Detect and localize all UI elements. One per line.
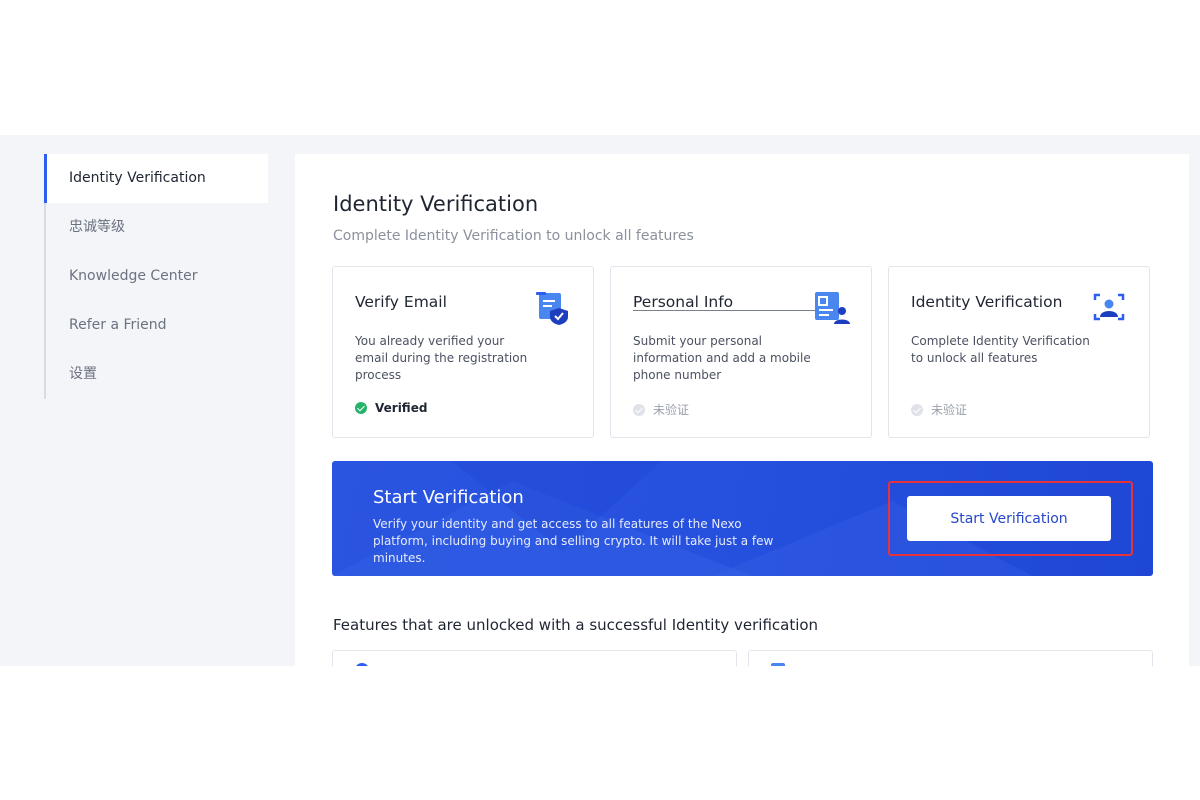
card-description: Complete Identity Verification to unlock… bbox=[911, 334, 1090, 365]
check-circle-icon bbox=[355, 402, 367, 414]
status-label: 未验证 bbox=[931, 403, 968, 417]
face-scan-icon bbox=[1093, 293, 1125, 321]
app-shell: Identity Verification 忠诚等级 Knowledge Cen… bbox=[0, 135, 1200, 666]
sidebar-item-refer-a-friend[interactable]: Refer a Friend bbox=[46, 301, 268, 350]
card-description: You already verified your email during t… bbox=[355, 334, 528, 382]
card-description: Submit your personal information and add… bbox=[633, 334, 811, 382]
status-label: 未验证 bbox=[653, 403, 690, 417]
banner-title: Start Verification bbox=[373, 487, 524, 508]
sidebar-item-knowledge-center[interactable]: Knowledge Center bbox=[46, 252, 268, 301]
sidebar-item-loyalty-level[interactable]: 忠诚等级 bbox=[46, 203, 268, 252]
verify-email-card[interactable]: Verify Email You already verified your e… bbox=[332, 266, 594, 438]
check-circle-icon bbox=[911, 403, 923, 416]
main-panel: Identity Verification Complete Identity … bbox=[295, 154, 1189, 666]
feature-icon bbox=[355, 663, 369, 666]
status-verified: Verified bbox=[355, 401, 427, 415]
features-section-title: Features that are unlocked with a succes… bbox=[333, 616, 819, 634]
card-title: Personal Info bbox=[633, 293, 734, 311]
sidebar: Identity Verification 忠诚等级 Knowledge Cen… bbox=[44, 154, 268, 399]
feature-icon bbox=[771, 663, 785, 666]
start-verification-button[interactable]: Start Verification bbox=[907, 496, 1111, 541]
feature-card bbox=[332, 650, 737, 666]
card-title: Identity Verification bbox=[911, 293, 1063, 311]
page-subtitle: Complete Identity Verification to unlock… bbox=[333, 228, 694, 244]
feature-card bbox=[748, 650, 1153, 666]
sidebar-item-identity-verification[interactable]: Identity Verification bbox=[44, 154, 268, 203]
title-underline bbox=[633, 310, 815, 311]
id-card-icon bbox=[815, 292, 850, 324]
card-title: Verify Email bbox=[355, 293, 447, 311]
check-circle-icon bbox=[633, 403, 645, 416]
status-unverified: 未验证 bbox=[911, 401, 967, 418]
identity-verification-card[interactable]: Identity Verification Complete Identity … bbox=[888, 266, 1150, 438]
banner-description: Verify your identity and get access to a… bbox=[373, 517, 774, 565]
email-shield-icon bbox=[536, 292, 568, 325]
sidebar-item-settings[interactable]: 设置 bbox=[46, 350, 268, 399]
personal-info-card[interactable]: Personal Info Submit your personal infor… bbox=[610, 266, 872, 438]
page-title: Identity Verification bbox=[333, 192, 539, 216]
start-verification-banner: Start Verification Verify your identity … bbox=[332, 461, 1153, 576]
status-unverified: 未验证 bbox=[633, 401, 689, 418]
status-label: Verified bbox=[375, 401, 428, 415]
